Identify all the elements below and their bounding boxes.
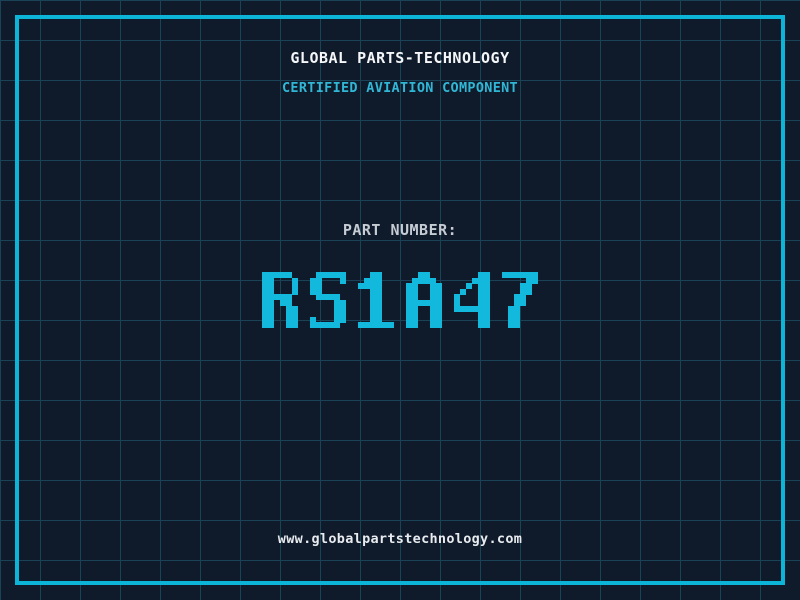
part-number-pixel bbox=[412, 322, 419, 329]
part-number-label: PART NUMBER: bbox=[342, 221, 458, 239]
part-number-pixel bbox=[466, 283, 473, 290]
certification-subtitle: CERTIFIED AVIATION COMPONENT bbox=[282, 80, 518, 96]
company-title: GLOBAL PARTS-TECHNOLOGY bbox=[290, 49, 510, 67]
part-number-pixel bbox=[340, 316, 347, 323]
part-number-pixel bbox=[268, 322, 275, 329]
part-number-pixel bbox=[334, 322, 341, 329]
part-number-pixel bbox=[514, 322, 521, 329]
part-number-pixel bbox=[526, 288, 533, 295]
part-number-pixel bbox=[340, 277, 347, 284]
part-number-pixel bbox=[532, 277, 539, 284]
grid-background: { "header": { "title": "GLOBAL PARTS-TEC… bbox=[0, 0, 800, 600]
website-url: www.globalpartstechnology.com bbox=[277, 531, 523, 547]
part-number-value: RS1A47 bbox=[262, 272, 539, 329]
part-number-pixel bbox=[388, 322, 395, 329]
part-number-pixel bbox=[292, 322, 299, 329]
part-number-pixel bbox=[292, 288, 299, 295]
part-number-pixel bbox=[436, 322, 443, 329]
part-number-pixel bbox=[520, 300, 527, 306]
part-number-pixel bbox=[484, 322, 491, 329]
part-number-pixel bbox=[460, 288, 467, 295]
